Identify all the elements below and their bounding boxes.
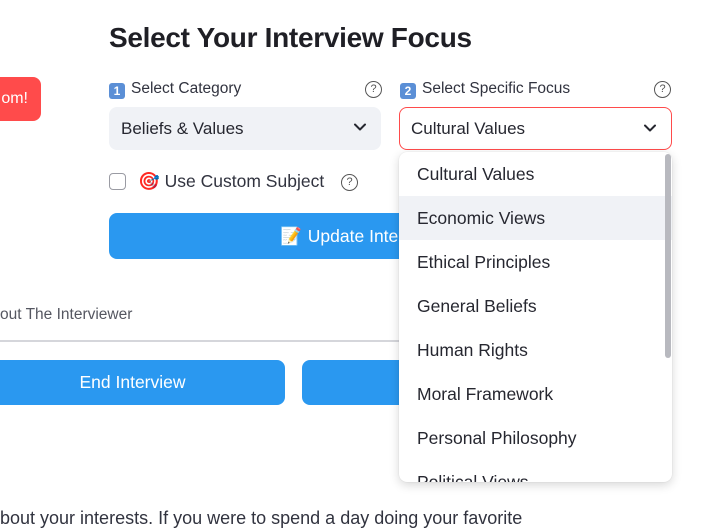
option-cultural-values[interactable]: Cultural Values bbox=[399, 152, 672, 196]
category-select[interactable]: Beliefs & Values bbox=[109, 107, 381, 150]
option-economic-views[interactable]: Economic Views bbox=[399, 196, 672, 240]
focus-help-icon[interactable]: ? bbox=[654, 81, 671, 98]
alert-pill: om! bbox=[0, 77, 41, 121]
custom-subject-text: Use Custom Subject bbox=[164, 171, 325, 191]
option-human-rights[interactable]: Human Rights bbox=[399, 328, 672, 372]
keycap-two-icon: 2 bbox=[400, 83, 416, 99]
transcript-text: bout your interests. If you were to spen… bbox=[0, 508, 523, 528]
focus-label-text: Select Specific Focus bbox=[422, 80, 571, 97]
category-help-icon[interactable]: ? bbox=[365, 81, 382, 98]
memo-icon: 📝 bbox=[280, 225, 302, 246]
category-label: 1 Select Category bbox=[109, 80, 241, 99]
target-icon: 🎯 bbox=[138, 171, 160, 191]
custom-subject-label[interactable]: 🎯 Use Custom Subject bbox=[138, 171, 324, 192]
category-label-text: Select Category bbox=[131, 80, 242, 97]
focus-select[interactable]: Cultural Values bbox=[399, 107, 672, 150]
keycap-one-icon: 1 bbox=[109, 83, 125, 99]
end-interview-label: End Interview bbox=[79, 372, 186, 392]
category-select-value: Beliefs & Values bbox=[121, 118, 244, 138]
dropdown-scrollbar[interactable] bbox=[665, 154, 671, 358]
alert-pill-text: om! bbox=[1, 90, 28, 107]
custom-subject-checkbox[interactable] bbox=[109, 173, 126, 190]
focus-label: 2 Select Specific Focus bbox=[400, 80, 570, 99]
about-interviewer-expander[interactable]: out The Interviewer bbox=[0, 306, 132, 324]
focus-dropdown-list: Cultural Values Economic Views Ethical P… bbox=[399, 152, 672, 482]
custom-subject-help-icon[interactable]: ? bbox=[341, 174, 358, 191]
chevron-down-icon bbox=[354, 123, 366, 131]
option-personal-philosophy[interactable]: Personal Philosophy bbox=[399, 416, 672, 460]
divider bbox=[0, 340, 400, 342]
chevron-down-icon bbox=[644, 124, 656, 132]
page-title: Select Your Interview Focus bbox=[109, 22, 472, 53]
update-button-label: Update Inte bbox=[307, 225, 399, 246]
option-general-beliefs[interactable]: General Beliefs bbox=[399, 284, 672, 328]
end-interview-button[interactable]: End Interview bbox=[0, 360, 285, 405]
option-political-views[interactable]: Political Views bbox=[399, 460, 672, 483]
option-ethical-principles[interactable]: Ethical Principles bbox=[399, 240, 672, 284]
focus-select-value: Cultural Values bbox=[411, 118, 526, 138]
option-moral-framework[interactable]: Moral Framework bbox=[399, 372, 672, 416]
